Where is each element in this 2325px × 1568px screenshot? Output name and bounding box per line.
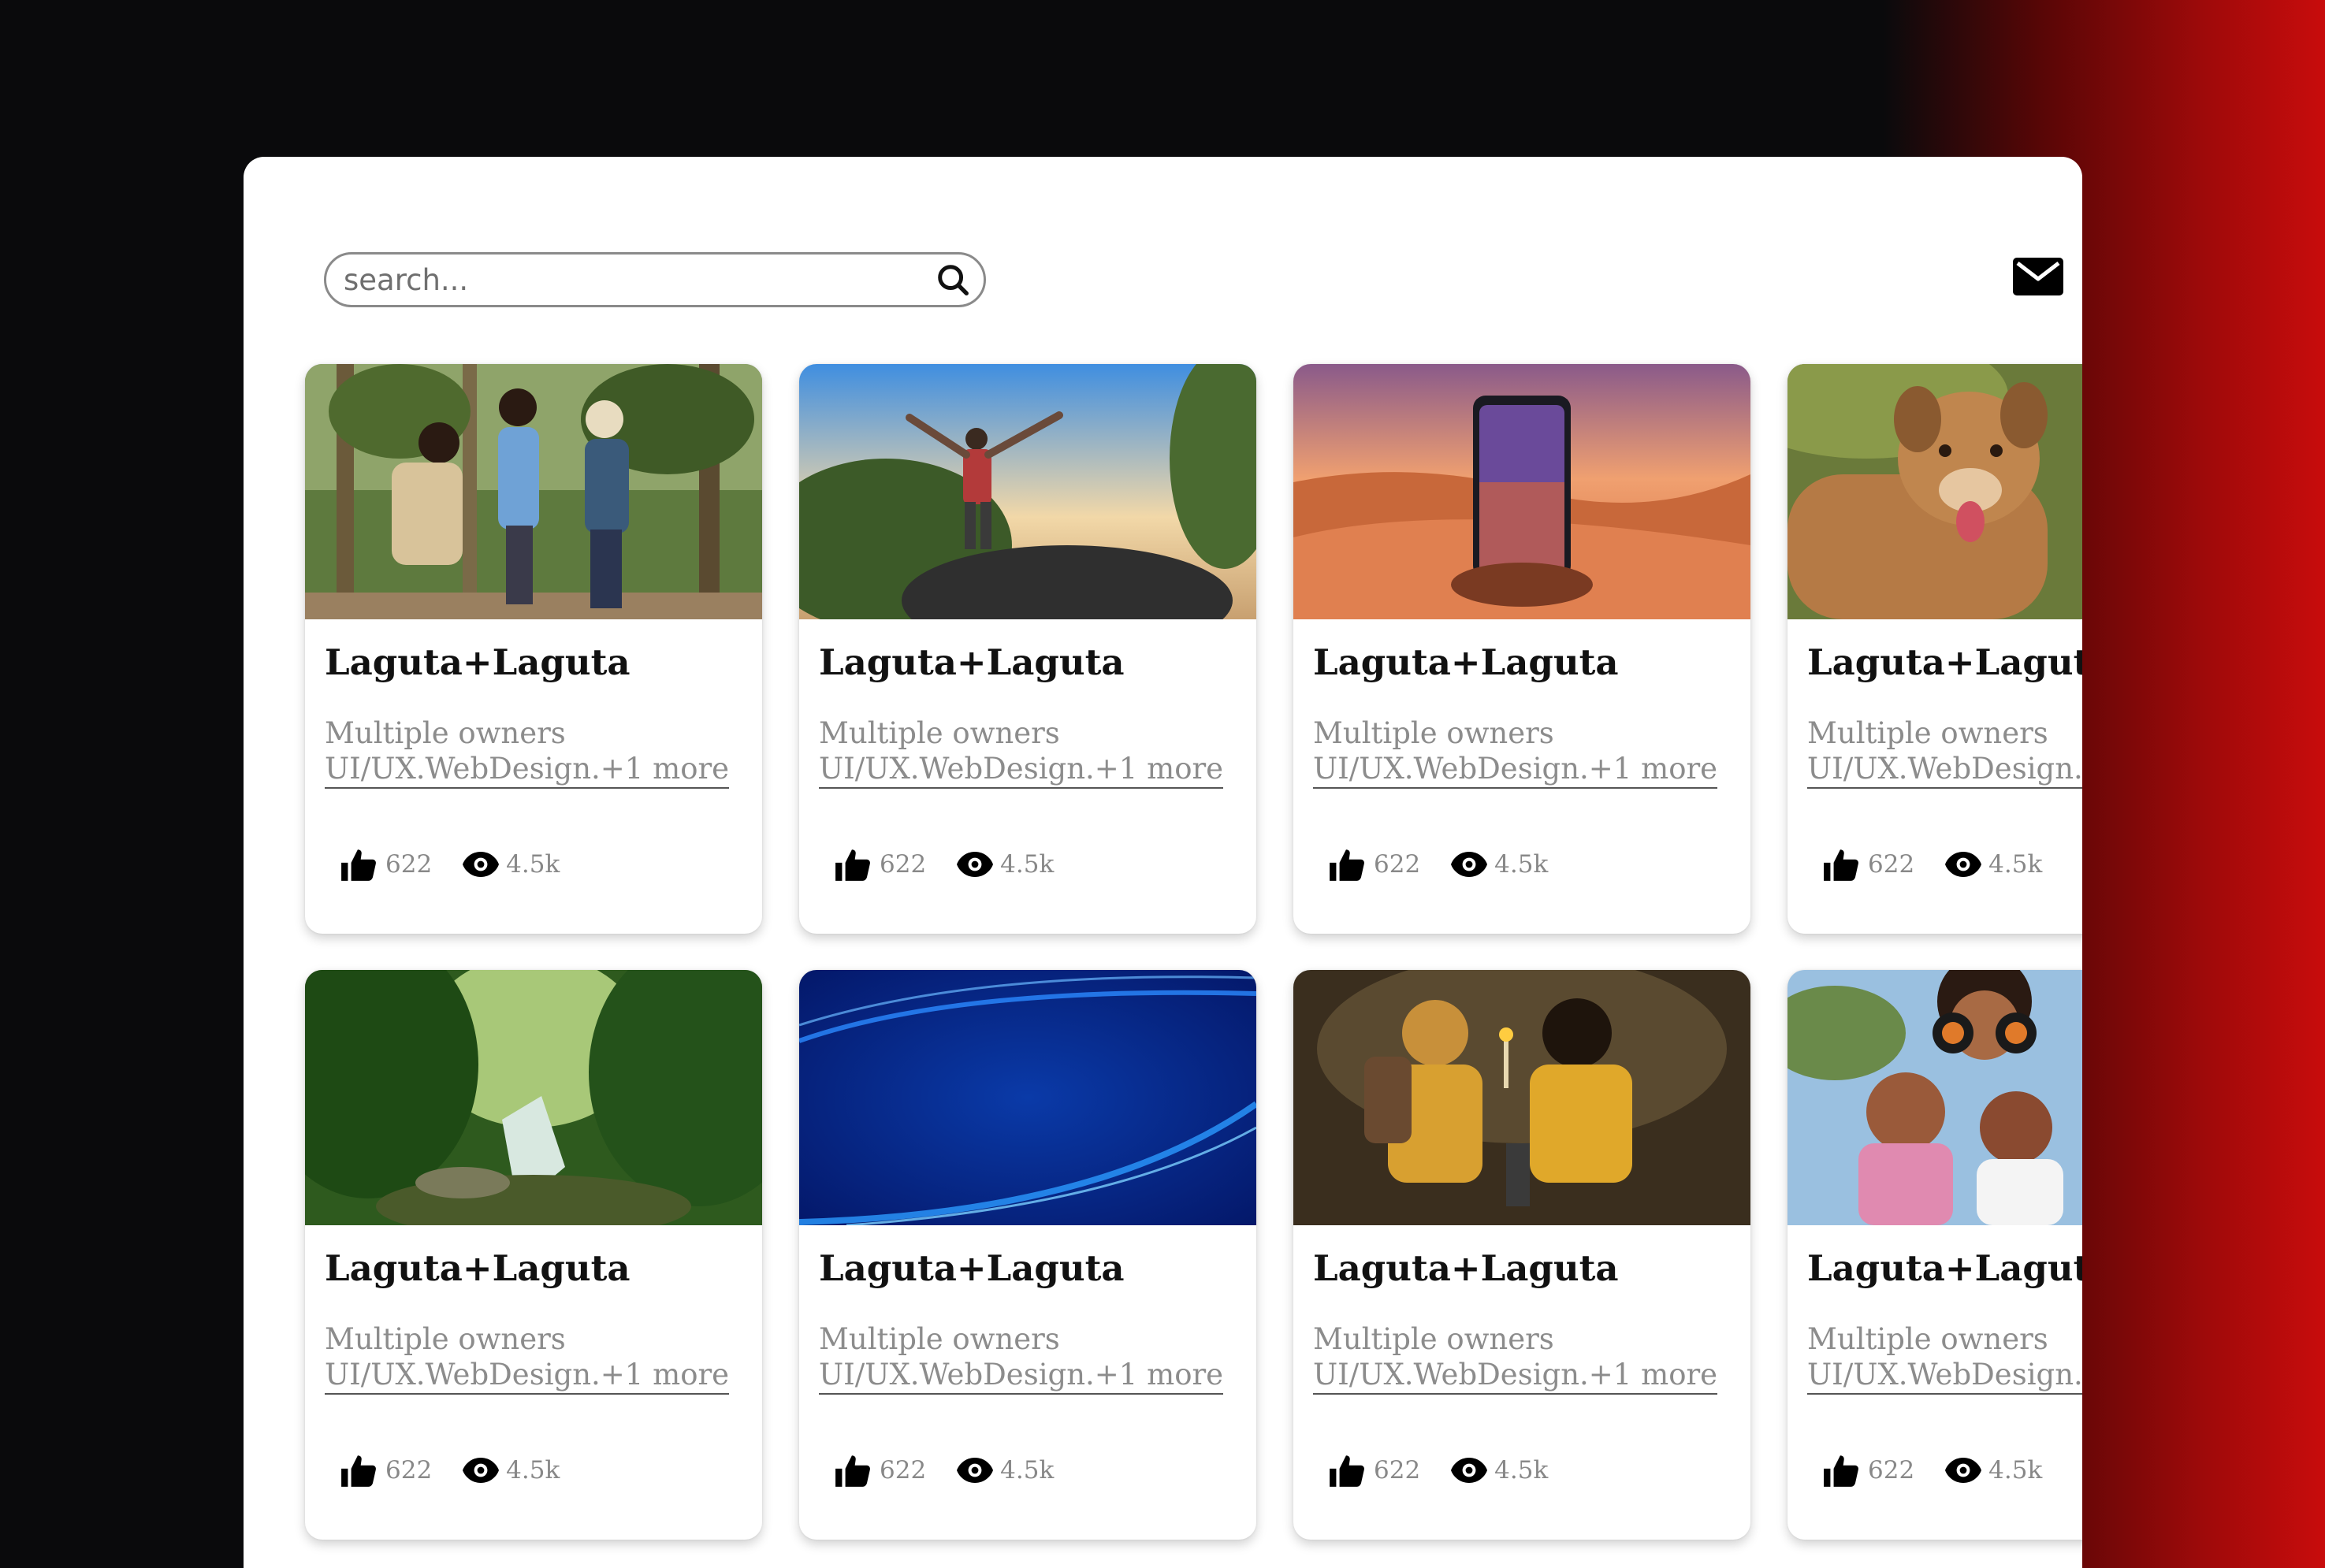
main-panel: Laguta+Laguta Multiple owners UI/UX.WebD…: [244, 157, 2082, 1568]
card-owners: Multiple owners: [1807, 716, 2048, 750]
card-thumbnail[interactable]: [1787, 364, 2082, 619]
thumbs-up-icon[interactable]: [340, 846, 379, 882]
thumbs-up-icon[interactable]: [1328, 1452, 1367, 1488]
card-owners: Multiple owners: [325, 1322, 566, 1356]
view-count: 4.5k: [1000, 850, 1055, 879]
like-count: 622: [385, 850, 433, 879]
eye-icon: [463, 852, 500, 877]
card-stats: 622 4.5k: [340, 846, 560, 882]
card-title[interactable]: Laguta+Laguta: [819, 641, 1125, 683]
view-count: 4.5k: [506, 850, 560, 879]
card-thumbnail[interactable]: [799, 970, 1256, 1225]
project-card[interactable]: Laguta+Laguta Multiple owners UI/UX.WebD…: [1293, 970, 1750, 1540]
card-stats: 622 4.5k: [834, 1452, 1054, 1488]
card-title[interactable]: Laguta+Laguta: [1807, 1247, 2082, 1289]
card-tags-link[interactable]: UI/UX.WebDesign.+1 more: [1807, 1357, 2082, 1395]
thumbs-up-icon[interactable]: [1328, 846, 1367, 882]
like-count: 622: [1374, 850, 1421, 879]
project-card[interactable]: Laguta+Laguta Multiple owners UI/UX.WebD…: [1787, 364, 2082, 934]
card-tags-link[interactable]: UI/UX.WebDesign.+1 more: [325, 1357, 730, 1395]
card-owners: Multiple owners: [1807, 1322, 2048, 1356]
project-card[interactable]: Laguta+Laguta Multiple owners UI/UX.WebD…: [305, 970, 762, 1540]
card-title[interactable]: Laguta+Laguta: [1807, 641, 2082, 683]
card-title[interactable]: Laguta+Laguta: [819, 1247, 1125, 1289]
eye-icon: [1945, 852, 1982, 877]
card-title[interactable]: Laguta+Laguta: [1313, 641, 1619, 683]
eye-icon: [957, 1458, 994, 1483]
like-count: 622: [1868, 850, 1915, 879]
search-input[interactable]: [342, 262, 935, 298]
card-title[interactable]: Laguta+Laguta: [325, 1247, 631, 1289]
card-tags-link[interactable]: UI/UX.WebDesign.+1 more: [325, 751, 730, 789]
card-stats: 622 4.5k: [1822, 846, 2042, 882]
card-owners: Multiple owners: [1313, 716, 1554, 750]
project-card[interactable]: Laguta+Laguta Multiple owners UI/UX.WebD…: [799, 364, 1256, 934]
like-count: 622: [880, 850, 927, 879]
view-count: 4.5k: [1000, 1456, 1055, 1484]
card-title[interactable]: Laguta+Laguta: [325, 641, 631, 683]
card-stats: 622 4.5k: [340, 1452, 560, 1488]
like-count: 622: [1868, 1456, 1915, 1484]
card-thumbnail[interactable]: [1293, 364, 1750, 619]
view-count: 4.5k: [1494, 1456, 1549, 1484]
thumbs-up-icon[interactable]: [834, 1452, 873, 1488]
project-card[interactable]: Laguta+Laguta Multiple owners UI/UX.WebD…: [305, 364, 762, 934]
card-thumbnail[interactable]: [1293, 970, 1750, 1225]
eye-icon: [1451, 1458, 1488, 1483]
thumbs-up-icon[interactable]: [1822, 1452, 1862, 1488]
project-card[interactable]: Laguta+Laguta Multiple owners UI/UX.WebD…: [1787, 970, 2082, 1540]
search-bar[interactable]: [324, 252, 986, 307]
card-thumbnail[interactable]: [305, 364, 762, 619]
project-card[interactable]: Laguta+Laguta Multiple owners UI/UX.WebD…: [799, 970, 1256, 1540]
view-count: 4.5k: [1494, 850, 1549, 879]
card-thumbnail[interactable]: [1787, 970, 2082, 1225]
card-tags-link[interactable]: UI/UX.WebDesign.+1 more: [1313, 1357, 1718, 1395]
card-owners: Multiple owners: [1313, 1322, 1554, 1356]
card-stats: 622 4.5k: [1328, 1452, 1548, 1488]
card-owners: Multiple owners: [819, 716, 1060, 750]
thumbs-up-icon[interactable]: [834, 846, 873, 882]
card-tags-link[interactable]: UI/UX.WebDesign.+1 more: [1807, 751, 2082, 789]
eye-icon: [463, 1458, 500, 1483]
like-count: 622: [385, 1456, 433, 1484]
project-card[interactable]: Laguta+Laguta Multiple owners UI/UX.WebD…: [1293, 364, 1750, 934]
card-owners: Multiple owners: [325, 716, 566, 750]
card-tags-link[interactable]: UI/UX.WebDesign.+1 more: [1313, 751, 1718, 789]
card-thumbnail[interactable]: [305, 970, 762, 1225]
like-count: 622: [880, 1456, 927, 1484]
view-count: 4.5k: [1988, 850, 2043, 879]
thumbs-up-icon[interactable]: [340, 1452, 379, 1488]
eye-icon: [1451, 852, 1488, 877]
card-title[interactable]: Laguta+Laguta: [1313, 1247, 1619, 1289]
view-count: 4.5k: [1988, 1456, 2043, 1484]
thumbs-up-icon[interactable]: [1822, 846, 1862, 882]
search-icon[interactable]: [935, 262, 971, 298]
like-count: 622: [1374, 1456, 1421, 1484]
card-stats: 622 4.5k: [834, 846, 1054, 882]
eye-icon: [1945, 1458, 1982, 1483]
eye-icon: [957, 852, 994, 877]
card-stats: 622 4.5k: [1328, 846, 1548, 882]
card-tags-link[interactable]: UI/UX.WebDesign.+1 more: [819, 1357, 1224, 1395]
mail-icon[interactable]: [2011, 255, 2065, 299]
view-count: 4.5k: [506, 1456, 560, 1484]
card-thumbnail[interactable]: [799, 364, 1256, 619]
card-owners: Multiple owners: [819, 1322, 1060, 1356]
card-stats: 622 4.5k: [1822, 1452, 2042, 1488]
card-tags-link[interactable]: UI/UX.WebDesign.+1 more: [819, 751, 1224, 789]
